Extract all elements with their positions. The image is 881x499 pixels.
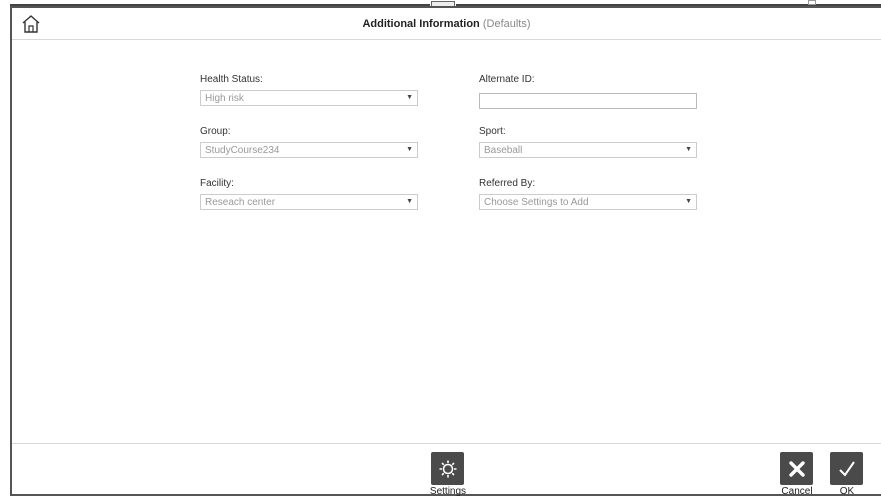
sport-field: Sport: Baseball ▼ (479, 126, 697, 158)
corner-mark (808, 0, 816, 5)
facility-field: Facility: Reseach center ▼ (200, 178, 418, 210)
facility-value: Reseach center (205, 197, 276, 208)
group-value: StudyCourse234 (205, 145, 280, 156)
caret-down-icon: ▼ (406, 94, 413, 101)
sport-value: Baseball (484, 145, 523, 156)
cancel-label: Cancel (781, 486, 813, 497)
cancel-button[interactable] (780, 452, 813, 485)
close-icon (788, 460, 805, 477)
group-field: Group: StudyCourse234 ▼ (200, 126, 418, 158)
dialog-header: Additional Information (Defaults) (12, 8, 881, 40)
referred-by-label: Referred By: (479, 178, 536, 189)
group-label: Group: (200, 126, 231, 137)
dialog-window: Additional Information (Defaults) Health… (10, 6, 881, 498)
caret-down-icon: ▼ (406, 198, 413, 205)
health-status-field: Health Status: High risk ▼ (200, 74, 418, 106)
caret-down-icon: ▼ (685, 198, 692, 205)
sport-select[interactable]: Baseball ▼ (479, 142, 697, 158)
settings-button[interactable] (431, 452, 464, 485)
referred-by-value: Choose Settings to Add (484, 197, 589, 208)
health-status-select[interactable]: High risk ▼ (200, 90, 418, 106)
caret-down-icon: ▼ (685, 146, 692, 153)
health-status-label: Health Status: (200, 74, 263, 85)
settings-label: Settings (429, 486, 467, 497)
page-title: Additional Information (Defaults) (12, 18, 881, 30)
facility-label: Facility: (200, 178, 234, 189)
title-subtitle: (Defaults) (482, 18, 531, 30)
alternate-id-label: Alternate ID: (479, 74, 535, 85)
facility-select[interactable]: Reseach center ▼ (200, 194, 418, 210)
health-status-value: High risk (205, 93, 244, 104)
group-select[interactable]: StudyCourse234 ▼ (200, 142, 418, 158)
gear-icon (439, 460, 456, 477)
checkmark-icon (838, 460, 855, 477)
ok-label: OK (839, 486, 855, 497)
referred-by-field: Referred By: Choose Settings to Add ▼ (479, 178, 697, 210)
sport-label: Sport: (479, 126, 506, 137)
alternate-id-field: Alternate ID: (479, 74, 697, 109)
alternate-id-input[interactable] (479, 92, 697, 109)
ok-button[interactable] (830, 452, 863, 485)
dialog-footer: Settings Cancel OK (12, 443, 881, 498)
referred-by-select[interactable]: Choose Settings to Add ▼ (479, 194, 697, 210)
caret-down-icon: ▼ (406, 146, 413, 153)
title-main: Additional Information (362, 18, 480, 30)
